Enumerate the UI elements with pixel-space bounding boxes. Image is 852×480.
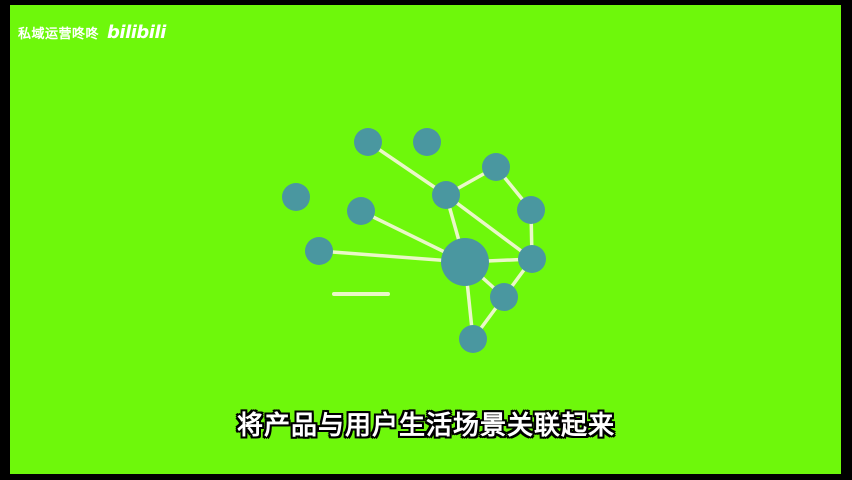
network-node	[413, 128, 441, 156]
network-node	[305, 237, 333, 265]
network-node	[354, 128, 382, 156]
network-node	[459, 325, 487, 353]
subtitle-caption: 将产品与用户生活场景关联起来	[236, 411, 615, 441]
network-node	[347, 197, 375, 225]
network-node	[482, 153, 510, 181]
network-node	[490, 283, 518, 311]
network-node	[518, 245, 546, 273]
network-hub-node	[441, 238, 489, 286]
network-node	[432, 181, 460, 209]
network-node	[517, 196, 545, 224]
network-node	[282, 183, 310, 211]
